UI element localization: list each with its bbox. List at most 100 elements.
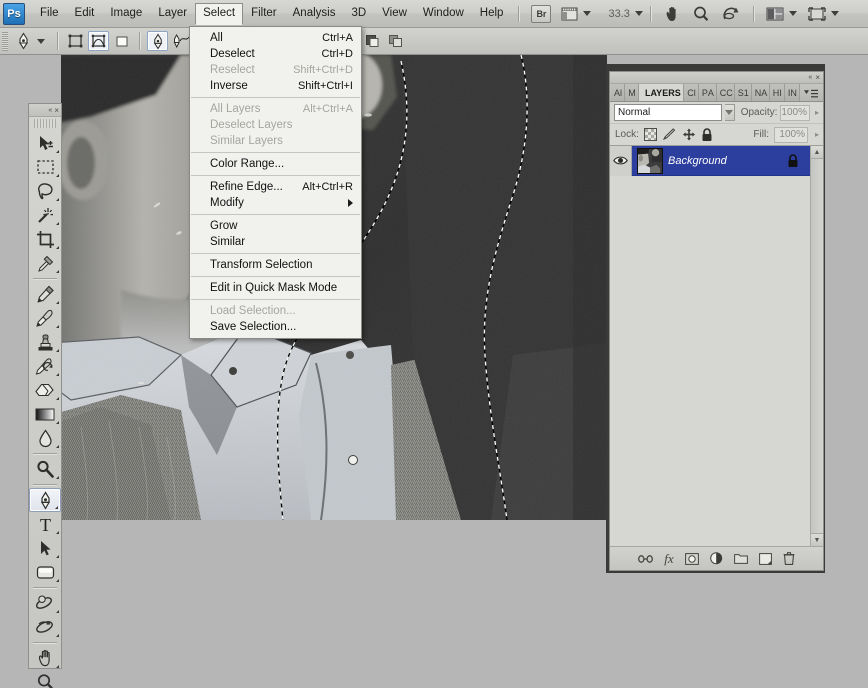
- dodge-tool-button[interactable]: [29, 457, 61, 481]
- hand-tool-button[interactable]: [29, 646, 61, 670]
- opacity-stepper-icon[interactable]: ▸: [815, 108, 819, 117]
- menu-item-edit-in-quick-mask-mode[interactable]: Edit in Quick Mask Mode: [190, 280, 361, 296]
- eraser-tool-button[interactable]: [29, 378, 61, 402]
- panel-tab-layers[interactable]: LAYERS: [639, 84, 684, 101]
- panel-tab-s1[interactable]: S1: [735, 84, 752, 101]
- menu-edit[interactable]: Edit: [67, 3, 103, 24]
- panel-tab-in[interactable]: IN: [785, 84, 800, 101]
- opacity-input[interactable]: 100%: [780, 105, 810, 121]
- tool-preset-caret-icon[interactable]: [37, 39, 45, 44]
- menu-analysis[interactable]: Analysis: [285, 3, 344, 24]
- arrange-documents-button[interactable]: [766, 6, 797, 22]
- horizontal-type-tool-button[interactable]: T: [29, 512, 61, 536]
- path-selection-tool-button[interactable]: [29, 536, 61, 560]
- clone-stamp-tool-button[interactable]: [29, 330, 61, 354]
- fill-stepper-icon[interactable]: ▸: [815, 130, 819, 139]
- blur-tool-button[interactable]: [29, 426, 61, 450]
- freeform-pen-button[interactable]: [170, 31, 191, 51]
- menu-item-color-range[interactable]: Color Range...: [190, 156, 361, 172]
- options-bar-grip[interactable]: [2, 32, 8, 51]
- menu-item-all[interactable]: AllCtrl+A: [190, 30, 361, 46]
- menu-item-modify[interactable]: Modify: [190, 195, 361, 211]
- menu-item-deselect[interactable]: DeselectCtrl+D: [190, 46, 361, 62]
- menu-view[interactable]: View: [374, 3, 415, 24]
- lock-all-icon[interactable]: [701, 128, 713, 142]
- delete-layer-icon[interactable]: [783, 552, 795, 565]
- zoom-tool-button[interactable]: [692, 5, 711, 23]
- panel-collapse-icon[interactable]: «: [808, 74, 811, 81]
- blend-mode-dropdown-arrow[interactable]: [725, 104, 735, 121]
- history-brush-tool-button[interactable]: [29, 354, 61, 378]
- view-extras-button[interactable]: [561, 6, 591, 22]
- zoom-level-caret-icon[interactable]: [635, 11, 643, 16]
- rectangular-marquee-tool-button[interactable]: [29, 155, 61, 179]
- menu-image[interactable]: Image: [102, 3, 150, 24]
- exclude-path-button[interactable]: [386, 31, 407, 51]
- layer-visibility-toggle[interactable]: [610, 146, 632, 176]
- scroll-down-button[interactable]: ▼: [811, 533, 823, 546]
- menu-layer[interactable]: Layer: [150, 3, 195, 24]
- scroll-up-button[interactable]: ▲: [811, 146, 823, 159]
- new-layer-icon[interactable]: [759, 553, 772, 565]
- panel-tab-n[interactable]: NА: [752, 84, 770, 101]
- pen-tool-button[interactable]: [29, 488, 61, 512]
- rotate-view-tool-button[interactable]: [721, 5, 741, 23]
- panel-tab-c[interactable]: CС: [717, 84, 735, 101]
- menu-item-refine-edge[interactable]: Refine Edge...Alt+Ctrl+R: [190, 179, 361, 195]
- new-group-icon[interactable]: [734, 553, 748, 564]
- zoom-tool-button[interactable]: [29, 670, 61, 688]
- eyedropper-tool-button[interactable]: [29, 251, 61, 275]
- toolbox-grip[interactable]: [34, 119, 56, 128]
- panel-tab-m[interactable]: M: [625, 84, 639, 101]
- menu-item-transform-selection[interactable]: Transform Selection: [190, 257, 361, 273]
- 3d-rotate-tool-button[interactable]: [29, 591, 61, 615]
- select-menu-dropdown[interactable]: AllCtrl+ADeselectCtrl+DReselectShift+Ctr…: [189, 26, 362, 339]
- move-tool-button[interactable]: [29, 131, 61, 155]
- panel-close-icon[interactable]: ×: [815, 73, 820, 82]
- brush-tool-button[interactable]: [29, 306, 61, 330]
- 3d-orbit-tool-button[interactable]: [29, 615, 61, 639]
- menu-item-save-selection[interactable]: Save Selection...: [190, 319, 361, 335]
- layer-style-fx-icon[interactable]: fx: [664, 551, 673, 567]
- menu-item-inverse[interactable]: InverseShift+Ctrl+I: [190, 78, 361, 94]
- menu-window[interactable]: Window: [415, 3, 472, 24]
- panel-tab-p[interactable]: PА: [699, 84, 717, 101]
- hand-tool-button[interactable]: [663, 5, 682, 23]
- screen-mode-button[interactable]: [807, 6, 839, 22]
- new-adjustment-layer-icon[interactable]: [710, 552, 723, 565]
- lock-image-pixels-icon[interactable]: [662, 128, 677, 141]
- rectangle-tool-button[interactable]: [29, 560, 61, 584]
- panel-tab-cl[interactable]: Cl: [684, 84, 699, 101]
- toolbox-close-icon[interactable]: ×: [54, 106, 59, 115]
- menu-3d[interactable]: 3D: [343, 3, 374, 24]
- lasso-tool-button[interactable]: [29, 179, 61, 203]
- menu-item-similar[interactable]: Similar: [190, 234, 361, 250]
- toolbox-collapse-icon[interactable]: «: [48, 107, 51, 114]
- menu-help[interactable]: Help: [472, 3, 512, 24]
- layers-scrollbar[interactable]: ▲ ▼: [810, 146, 823, 546]
- add-layer-mask-icon[interactable]: [685, 553, 699, 565]
- pen-tool-button[interactable]: [147, 31, 168, 51]
- menu-select[interactable]: Select: [195, 3, 243, 25]
- panel-tab-al[interactable]: Al: [611, 84, 625, 101]
- crop-tool-button[interactable]: [29, 227, 61, 251]
- fill-input[interactable]: 100%: [774, 127, 808, 143]
- gradient-tool-button[interactable]: [29, 402, 61, 426]
- current-tool-preset-button[interactable]: [13, 31, 34, 51]
- magic-wand-tool-button[interactable]: [29, 203, 61, 227]
- paths-button[interactable]: [88, 31, 109, 51]
- blend-mode-select[interactable]: Normal: [614, 104, 722, 121]
- intersect-path-button[interactable]: [363, 31, 384, 51]
- menu-item-grow[interactable]: Grow: [190, 218, 361, 234]
- lock-position-icon[interactable]: [682, 128, 696, 141]
- table-row[interactable]: Background: [610, 146, 823, 176]
- shape-layers-button[interactable]: [65, 31, 86, 51]
- link-layers-icon[interactable]: [638, 554, 653, 564]
- panel-tab-hi[interactable]: HI: [770, 84, 785, 101]
- panel-menu-icon[interactable]: [800, 89, 823, 101]
- lock-transparent-pixels-icon[interactable]: [644, 128, 657, 141]
- spot-healing-brush-tool-button[interactable]: [29, 282, 61, 306]
- menu-filter[interactable]: Filter: [243, 3, 285, 24]
- bridge-button[interactable]: Br: [531, 5, 551, 23]
- menu-file[interactable]: File: [32, 3, 67, 24]
